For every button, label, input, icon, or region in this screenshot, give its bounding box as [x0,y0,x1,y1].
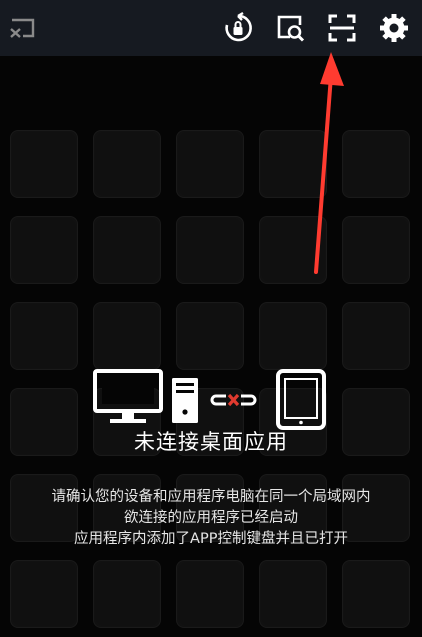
cast-icon[interactable] [4,10,40,46]
key-tile [259,302,327,370]
key-tile [10,560,78,628]
hint-line: 请确认您的设备和应用程序电脑在同一个局域网内 [51,489,371,505]
desktop-computer-icon [93,369,198,423]
key-tile [10,216,78,284]
connection-status-text: 未连接桌面应用 [134,430,288,454]
key-tile [176,216,244,284]
scan-icon[interactable] [324,10,360,46]
broken-link-icon [210,393,257,407]
key-tile [342,130,410,198]
screen-rotation-lock-icon[interactable] [220,10,256,46]
screen-search-icon[interactable] [272,10,308,46]
key-tile [176,130,244,198]
connection-hints: 请确认您的设备和应用程序电脑在同一个局域网内 欲连接的应用程序已经启动 应用程序… [0,487,422,550]
tablet-icon [276,369,326,430]
key-tile [93,302,161,370]
key-tile [259,560,327,628]
key-tile [176,302,244,370]
key-tile [342,302,410,370]
connection-illustration [93,369,326,430]
hint-line: 应用程序内添加了APP控制键盘并且已打开 [74,531,348,547]
hint-line: 欲连接的应用程序已经启动 [124,510,298,526]
settings-gear-icon[interactable] [376,10,412,46]
key-tile [342,216,410,284]
key-tile [259,216,327,284]
key-tile [342,560,410,628]
key-tile [93,130,161,198]
key-tile [93,560,161,628]
key-tile [176,560,244,628]
top-toolbar [0,0,422,56]
key-tile [10,302,78,370]
key-tile [93,216,161,284]
key-tile [259,130,327,198]
key-tile [10,130,78,198]
